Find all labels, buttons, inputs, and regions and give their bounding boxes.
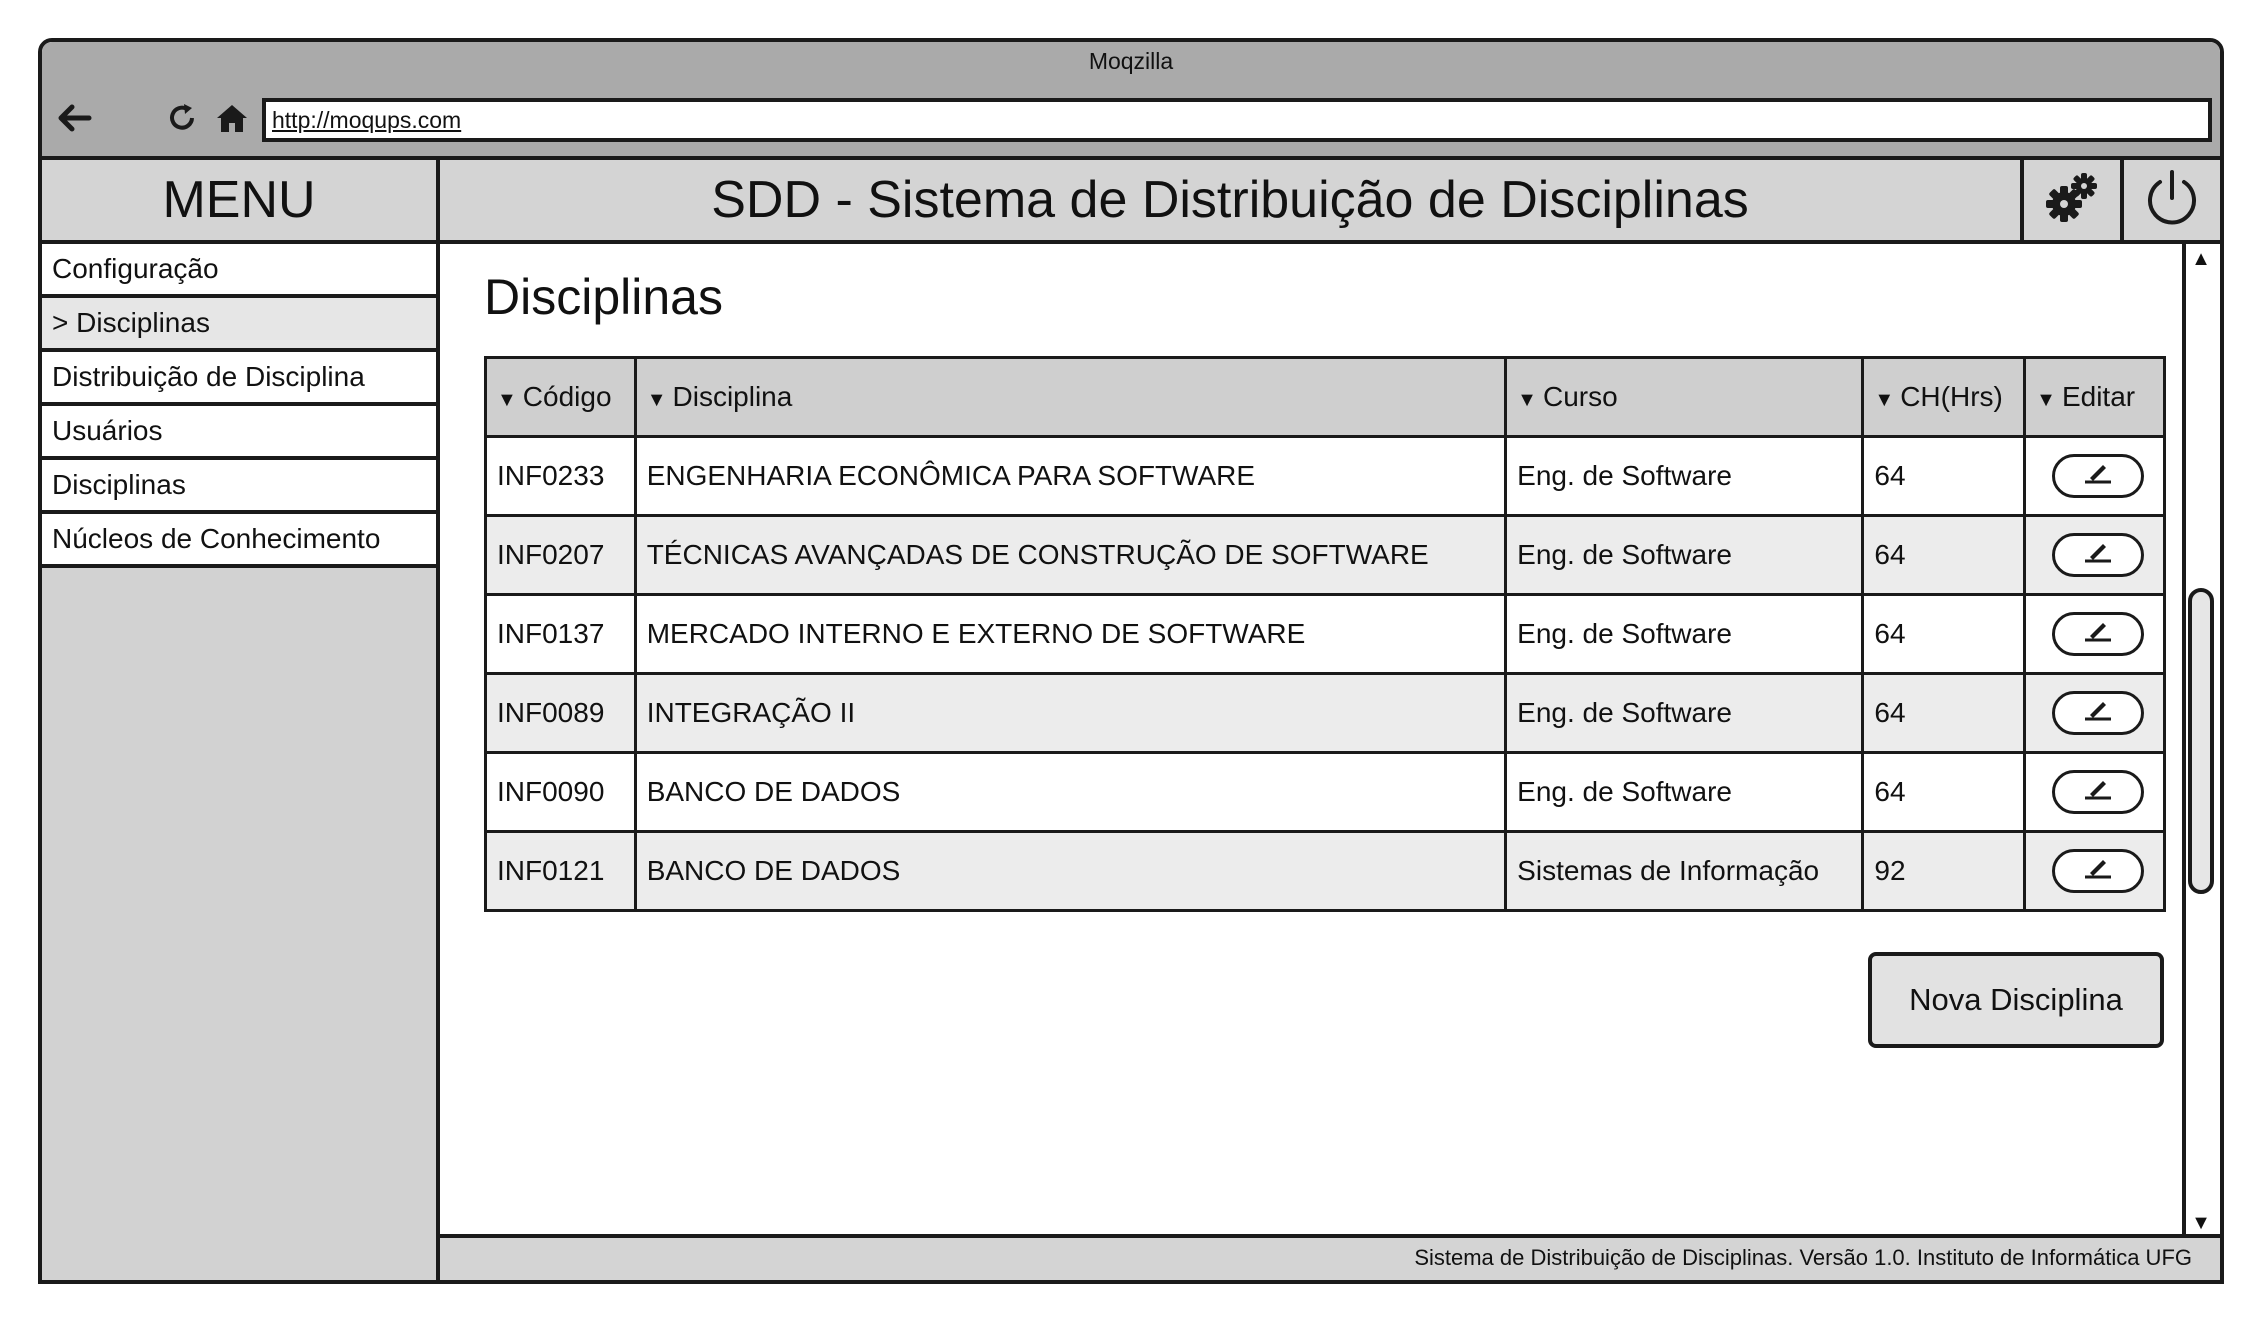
- cell-ch: 64: [1861, 435, 2027, 517]
- pencil-icon: [2081, 539, 2115, 571]
- sort-arrow-icon: ▼: [646, 389, 667, 411]
- cell-ch: 92: [1861, 830, 2027, 912]
- cell-codigo: INF0090: [484, 751, 637, 833]
- home-icon[interactable]: [212, 98, 252, 138]
- sidebar-item-distribuicao[interactable]: Distribuição de Disciplina: [42, 352, 436, 406]
- page-title: Disciplinas: [484, 269, 723, 325]
- edit-button[interactable]: [2052, 612, 2145, 656]
- cell-curso: Sistemas de Informação: [1504, 830, 1865, 912]
- cell-codigo: INF0207: [484, 514, 637, 596]
- edit-button[interactable]: [2052, 849, 2145, 893]
- cell-editar: [2023, 435, 2166, 517]
- cell-ch: 64: [1861, 751, 2027, 833]
- pencil-icon: [2081, 618, 2115, 650]
- table-row: INF0207 TÉCNICAS AVANÇADAS DE CONSTRUÇÃO …: [484, 514, 2166, 596]
- column-header-curso[interactable]: ▼ Curso: [1504, 356, 1865, 438]
- cell-editar: [2023, 593, 2166, 675]
- column-header-editar[interactable]: ▼ Editar: [2023, 356, 2166, 438]
- disciplinas-table: ▼ Código ▼ Disciplina ▼ Curso ▼ CH(Hrs) ▼ Edi…: [484, 356, 2166, 912]
- table-row: INF0137 MERCADO INTERNO E EXTERNO DE SOFT…: [484, 593, 2166, 675]
- edit-button[interactable]: [2052, 533, 2145, 577]
- browser-title: Moqzilla: [1088, 48, 1174, 74]
- cell-codigo: INF0089: [484, 672, 637, 754]
- pencil-icon: [2081, 460, 2115, 492]
- column-header-ch[interactable]: ▼ CH(Hrs): [1861, 356, 2027, 438]
- sidebar-item-usuarios[interactable]: Usuários: [42, 406, 436, 460]
- app-title: SDD - Sistema de Distribuição de Discipl…: [711, 171, 1749, 229]
- cell-ch: 64: [1861, 593, 2027, 675]
- cell-curso: Eng. de Software: [1504, 593, 1865, 675]
- cell-editar: [2023, 751, 2166, 833]
- cell-curso: Eng. de Software: [1504, 514, 1865, 596]
- sort-arrow-icon: ▼: [1874, 389, 1895, 411]
- browser-chrome: Moqzilla http://moqups.com: [42, 42, 2220, 160]
- sidebar-item-disciplinas[interactable]: Disciplinas: [42, 460, 436, 514]
- reload-icon[interactable]: [162, 98, 202, 138]
- app-header: SDD - Sistema de Distribuição de Discipl…: [440, 160, 2220, 244]
- sidebar: Configuração > Disciplinas Distribuição …: [42, 244, 440, 1280]
- cell-editar: [2023, 830, 2166, 912]
- gear-icon: [2042, 168, 2102, 233]
- cell-ch: 64: [1861, 672, 2027, 754]
- table-header-row: ▼ Código ▼ Disciplina ▼ Curso ▼ CH(Hrs) ▼ Edi…: [484, 356, 2166, 438]
- column-header-codigo[interactable]: ▼ Código: [484, 356, 637, 438]
- table-row: INF0233 ENGENHARIA ECONÔMICA PARA SOFTWAR…: [484, 435, 2166, 517]
- sort-arrow-icon: ▼: [1517, 389, 1537, 411]
- table-body: INF0233 ENGENHARIA ECONÔMICA PARA SOFTWAR…: [484, 435, 2166, 912]
- back-arrow-icon[interactable]: [54, 98, 94, 138]
- sidebar-item-configuracao[interactable]: Configuração: [42, 244, 436, 298]
- sort-arrow-icon: ▼: [2036, 389, 2056, 411]
- table-row: INF0089 INTEGRAÇÃO II Eng. de Software 64: [484, 672, 2166, 754]
- cell-disciplina: TÉCNICAS AVANÇADAS DE CONSTRUÇÃO DE SOFT…: [633, 514, 1508, 596]
- url-bar[interactable]: http://moqups.com: [262, 98, 2212, 142]
- cell-codigo: INF0233: [484, 435, 637, 517]
- sidebar-item-nucleos[interactable]: Núcleos de Conhecimento: [42, 514, 436, 568]
- cell-editar: [2023, 514, 2166, 596]
- sidebar-item-disciplinas-active[interactable]: > Disciplinas: [42, 298, 436, 352]
- nova-disciplina-button[interactable]: Nova Disciplina: [1868, 952, 2164, 1048]
- edit-button[interactable]: [2052, 691, 2145, 735]
- cell-disciplina: BANCO DE DADOS: [633, 830, 1508, 912]
- browser-window: Moqzilla http://moqups.com MENU Configur…: [38, 38, 2224, 1284]
- footer: Sistema de Distribuição de Disciplinas. …: [440, 1234, 2220, 1280]
- cell-codigo: INF0121: [484, 830, 637, 912]
- cell-disciplina: ENGENHARIA ECONÔMICA PARA SOFTWARE: [633, 435, 1508, 517]
- table-row: INF0121 BANCO DE DADOS Sistemas de Informa…: [484, 830, 2166, 912]
- cell-editar: [2023, 672, 2166, 754]
- main-content: Disciplinas ▼ Código ▼ Disciplina ▼ Curso ▼…: [440, 244, 2220, 1238]
- power-icon: [2142, 168, 2202, 233]
- menu-title: MENU: [42, 160, 440, 244]
- settings-button[interactable]: [2020, 160, 2120, 240]
- column-header-disciplina[interactable]: ▼ Disciplina: [633, 356, 1508, 438]
- pencil-icon: [2081, 855, 2115, 887]
- cell-disciplina: MERCADO INTERNO E EXTERNO DE SOFTWARE: [633, 593, 1508, 675]
- cell-curso: Eng. de Software: [1504, 751, 1865, 833]
- cell-disciplina: INTEGRAÇÃO II: [633, 672, 1508, 754]
- pencil-icon: [2081, 776, 2115, 808]
- edit-button[interactable]: [2052, 454, 2145, 498]
- vertical-scrollbar[interactable]: ▲ ▼: [2182, 244, 2220, 1238]
- cell-disciplina: BANCO DE DADOS: [633, 751, 1508, 833]
- table-row: INF0090 BANCO DE DADOS Eng. de Software 64: [484, 751, 2166, 833]
- cell-curso: Eng. de Software: [1504, 435, 1865, 517]
- scroll-up-icon[interactable]: ▲: [2186, 244, 2216, 274]
- edit-button[interactable]: [2052, 770, 2145, 814]
- pencil-icon: [2081, 697, 2115, 729]
- cell-ch: 64: [1861, 514, 2027, 596]
- sort-arrow-icon: ▼: [497, 389, 517, 411]
- cell-curso: Eng. de Software: [1504, 672, 1865, 754]
- cell-codigo: INF0137: [484, 593, 637, 675]
- power-button[interactable]: [2120, 160, 2220, 240]
- scroll-thumb[interactable]: [2188, 588, 2214, 894]
